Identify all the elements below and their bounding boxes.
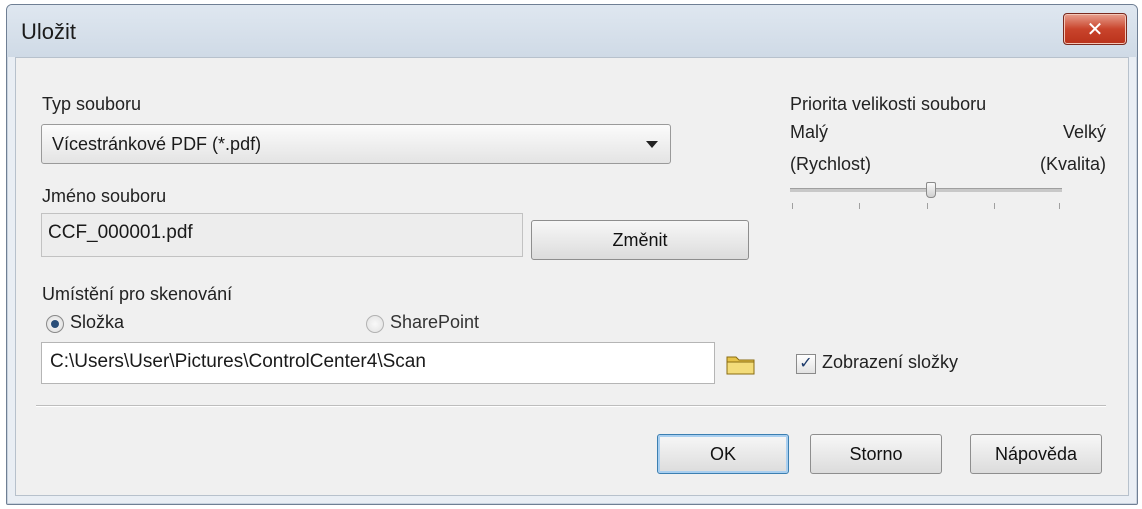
cancel-button-label: Storno	[849, 443, 903, 464]
folder-icon[interactable]	[726, 352, 756, 376]
dialog-title: Uložit	[21, 19, 77, 44]
file-type-label: Typ souboru	[42, 94, 142, 114]
folder-radio[interactable]	[46, 315, 64, 333]
file-type-selected: Vícestránkové PDF (*.pdf)	[52, 134, 262, 154]
slider-tick	[792, 203, 793, 209]
sharepoint-radio-label[interactable]: SharePoint	[390, 312, 479, 333]
close-button[interactable]: ✕	[1063, 13, 1127, 45]
slider-min-sublabel: (Rychlost)	[790, 154, 872, 174]
slider-max-sublabel: (Kvalita)	[1039, 154, 1106, 174]
chevron-down-icon	[646, 141, 658, 148]
divider	[36, 405, 1106, 407]
scan-path-input[interactable]: C:\Users\User\Pictures\ControlCenter4\Sc…	[41, 342, 715, 384]
ok-button[interactable]: OK	[657, 434, 789, 474]
slider-tick	[859, 203, 860, 209]
size-priority-label: Priorita velikosti souboru	[790, 94, 987, 114]
dialog-body: Typ souboru Vícestránkové PDF (*.pdf) Jm…	[15, 57, 1129, 496]
scan-location-label: Umístění pro skenování	[42, 284, 233, 304]
title-bar[interactable]: Uložit ✕	[7, 5, 1137, 57]
save-dialog: Uložit ✕ Typ souboru Vícestránkové PDF (…	[6, 4, 1138, 505]
slider-max-label: Velký	[1062, 122, 1106, 142]
cancel-button[interactable]: Storno	[810, 434, 942, 474]
slider-thumb[interactable]	[926, 182, 936, 198]
file-type-dropdown[interactable]: Vícestránkové PDF (*.pdf)	[41, 124, 671, 164]
help-button[interactable]: Nápověda	[970, 434, 1102, 474]
close-icon: ✕	[1086, 18, 1104, 41]
file-name-value: CCF_000001.pdf	[48, 222, 193, 243]
slider-tick	[994, 203, 995, 209]
change-button[interactable]: Změnit	[531, 220, 749, 260]
slider-tick	[927, 203, 928, 209]
ok-button-label: OK	[709, 443, 736, 464]
help-button-label: Nápověda	[994, 443, 1078, 464]
file-name-field: CCF_000001.pdf	[41, 213, 523, 257]
show-folder-checkbox[interactable]: ✓	[796, 354, 816, 374]
slider-min-label: Malý	[790, 122, 829, 142]
sharepoint-radio[interactable]	[366, 315, 384, 333]
slider-tick	[1059, 203, 1060, 209]
folder-radio-label[interactable]: Složka	[70, 312, 124, 333]
scan-path-value: C:\Users\User\Pictures\ControlCenter4\Sc…	[50, 351, 426, 372]
change-button-label: Změnit	[612, 229, 668, 250]
show-folder-label[interactable]: Zobrazení složky	[822, 352, 958, 373]
file-name-label: Jméno souboru	[42, 186, 167, 206]
